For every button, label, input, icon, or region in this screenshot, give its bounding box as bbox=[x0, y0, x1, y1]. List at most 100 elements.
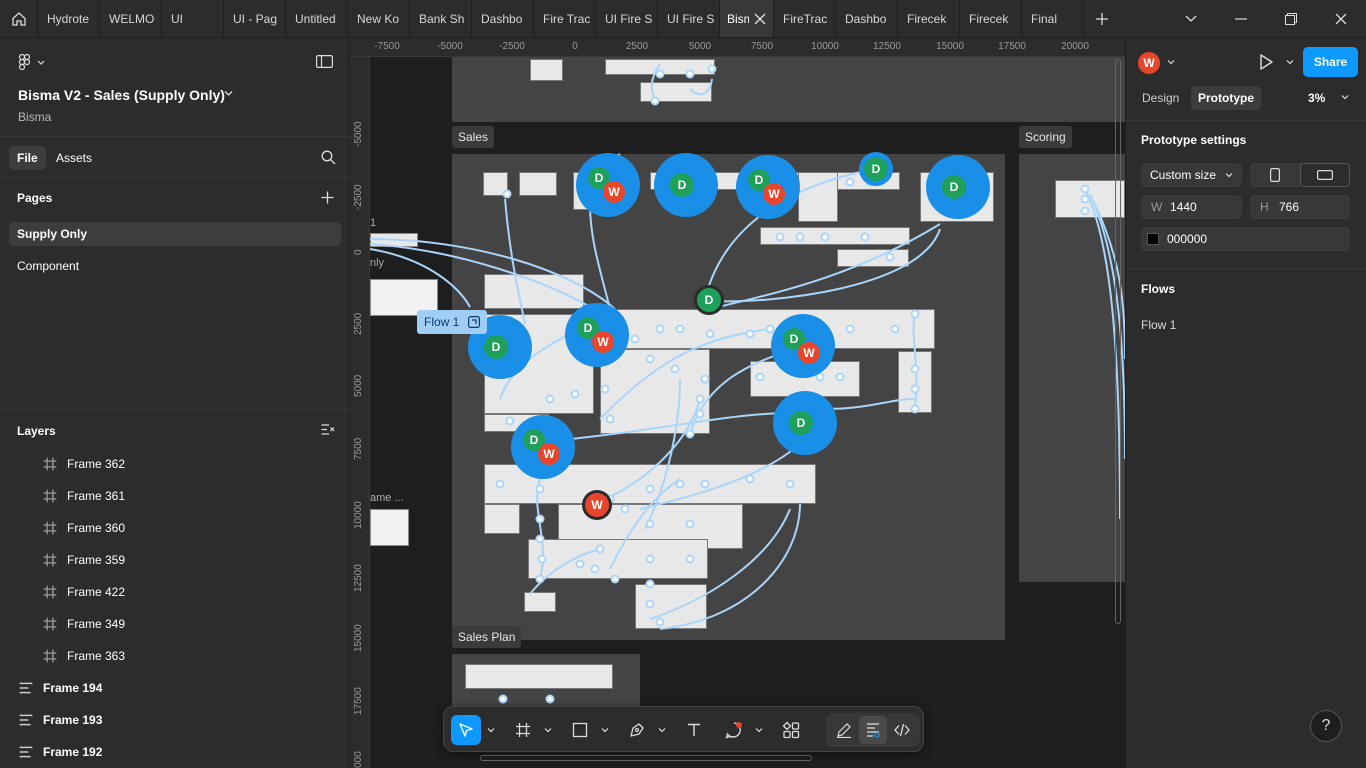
dev-mode-button[interactable] bbox=[888, 716, 916, 744]
collaborator-bubble[interactable]: D bbox=[654, 153, 718, 217]
tab-list-button[interactable] bbox=[1166, 0, 1216, 38]
chevron-down-icon[interactable] bbox=[1341, 94, 1349, 101]
file-tab[interactable]: Untitled bbox=[286, 0, 348, 37]
collaborator-bubble[interactable]: D W bbox=[771, 314, 835, 378]
file-tab[interactable]: UI - Pag bbox=[224, 0, 286, 37]
chevron-down-icon[interactable] bbox=[544, 726, 552, 734]
chevron-down-icon[interactable] bbox=[755, 726, 763, 734]
collapse-layers-button[interactable] bbox=[321, 423, 335, 439]
comment-tool-button[interactable] bbox=[719, 715, 749, 745]
minimize-button[interactable] bbox=[1216, 0, 1266, 38]
shape-tool-button[interactable] bbox=[565, 715, 595, 745]
zoom-level[interactable]: 3% bbox=[1308, 91, 1325, 105]
actions-tool-button[interactable] bbox=[776, 715, 806, 745]
help-button[interactable]: ? bbox=[1310, 710, 1342, 742]
file-tab[interactable]: WELMO bbox=[100, 0, 162, 37]
file-tab[interactable]: Bank Sh bbox=[410, 0, 472, 37]
right-sidebar: W Share Design Prototype 3% Prototype se… bbox=[1125, 39, 1366, 768]
file-title[interactable]: Bisma V2 - Sales (Supply Only) bbox=[18, 87, 225, 103]
chevron-down-icon[interactable] bbox=[601, 726, 609, 734]
file-tab[interactable]: Hydrote bbox=[38, 0, 100, 37]
landscape-button[interactable] bbox=[1300, 163, 1350, 187]
layer-row[interactable]: Frame 349 bbox=[0, 608, 349, 640]
new-tab-button[interactable] bbox=[1084, 0, 1120, 37]
file-tab[interactable]: UI Fire S bbox=[596, 0, 658, 37]
horizontal-scrollbar[interactable] bbox=[480, 755, 812, 761]
tab-label: Fire Trac bbox=[543, 11, 591, 26]
file-tab-active[interactable]: Bism bbox=[720, 0, 774, 37]
pen-tool-button[interactable] bbox=[622, 715, 652, 745]
file-tab[interactable]: New Ko bbox=[348, 0, 410, 37]
portrait-button[interactable] bbox=[1250, 163, 1300, 187]
avatar-w: W bbox=[592, 331, 614, 353]
chevron-down-icon[interactable] bbox=[658, 726, 666, 734]
chevron-down-icon[interactable] bbox=[1286, 59, 1294, 66]
share-button[interactable]: Share bbox=[1303, 47, 1358, 77]
vertical-scrollbar[interactable] bbox=[1115, 59, 1121, 624]
collaborator-bubble[interactable]: W bbox=[582, 490, 612, 520]
draw-mode-button[interactable] bbox=[830, 716, 858, 744]
frame-tool-button[interactable] bbox=[508, 715, 538, 745]
layer-row[interactable]: Frame 422 bbox=[0, 576, 349, 608]
connector bbox=[650, 63, 661, 100]
user-avatar[interactable]: W bbox=[1138, 52, 1160, 74]
home-button[interactable] bbox=[0, 0, 38, 37]
tab-file[interactable]: File bbox=[9, 146, 46, 170]
file-tab[interactable]: UI Fire S bbox=[658, 0, 720, 37]
layer-row[interactable]: Frame 360 bbox=[0, 512, 349, 544]
page-item-component[interactable]: Component bbox=[9, 254, 341, 278]
layer-row[interactable]: Frame 359 bbox=[0, 544, 349, 576]
design-canvas[interactable]: Sales Scoring Sales Plan nly ame ... 1 D… bbox=[350, 39, 1125, 768]
width-field[interactable]: W 1440 bbox=[1141, 195, 1242, 219]
layer-row[interactable]: Frame 362 bbox=[0, 448, 349, 480]
present-button[interactable] bbox=[1258, 53, 1274, 74]
file-tab[interactable]: Firecek bbox=[898, 0, 960, 37]
tab-assets[interactable]: Assets bbox=[48, 146, 100, 170]
flow-item[interactable]: Flow 1 bbox=[1141, 318, 1176, 332]
close-tab-icon[interactable] bbox=[753, 12, 767, 26]
layer-row[interactable]: Frame 192 bbox=[0, 736, 349, 768]
move-tool-button[interactable] bbox=[451, 715, 481, 745]
file-tab[interactable]: Dashbo bbox=[836, 0, 898, 37]
collaborator-bubble[interactable]: D bbox=[926, 155, 990, 219]
close-window-button[interactable] bbox=[1316, 0, 1366, 38]
file-tab[interactable]: Final bbox=[1022, 0, 1084, 37]
collaborator-bubble[interactable]: D W bbox=[511, 415, 575, 479]
avatar-d: D bbox=[697, 288, 721, 312]
chevron-down-icon[interactable] bbox=[1167, 59, 1175, 66]
add-page-button[interactable] bbox=[321, 191, 334, 207]
collaborator-bubble[interactable]: D W bbox=[565, 303, 629, 367]
file-tab[interactable]: Dashbo bbox=[472, 0, 534, 37]
file-tab[interactable]: Fire Trac bbox=[534, 0, 596, 37]
tab-design[interactable]: Design bbox=[1135, 86, 1186, 110]
restore-button[interactable] bbox=[1266, 0, 1316, 38]
file-tab[interactable]: UI bbox=[162, 0, 224, 37]
design-mode-button[interactable] bbox=[859, 716, 887, 744]
cursor-icon bbox=[459, 723, 473, 737]
chevron-down-icon[interactable] bbox=[487, 726, 495, 734]
page-item-supply-only[interactable]: Supply Only bbox=[9, 222, 341, 246]
color-swatch[interactable] bbox=[1147, 233, 1159, 245]
layer-row[interactable]: Frame 363 bbox=[0, 640, 349, 672]
layer-row[interactable]: Frame 193 bbox=[0, 704, 349, 736]
search-button[interactable] bbox=[321, 150, 336, 168]
file-tab[interactable]: Firecek bbox=[960, 0, 1022, 37]
background-color-field[interactable]: 000000 bbox=[1141, 227, 1350, 251]
tab-prototype[interactable]: Prototype bbox=[1191, 86, 1262, 110]
layer-row[interactable]: Frame 361 bbox=[0, 480, 349, 512]
layer-row[interactable]: Frame 194 bbox=[0, 672, 349, 704]
device-select[interactable]: Custom size bbox=[1141, 163, 1242, 187]
file-tab[interactable]: FireTrac bbox=[774, 0, 836, 37]
collaborator-bubble[interactable]: D bbox=[859, 152, 893, 186]
toggle-sidebar-button[interactable] bbox=[316, 55, 334, 71]
text-tool-button[interactable] bbox=[679, 715, 709, 745]
main-menu-button[interactable] bbox=[17, 53, 45, 73]
collaborator-bubble[interactable]: D W bbox=[736, 155, 800, 219]
collaborator-bubble[interactable]: D W bbox=[576, 153, 640, 217]
height-field[interactable]: H 766 bbox=[1250, 195, 1350, 219]
team-name[interactable]: Bisma bbox=[18, 110, 51, 124]
flow-starting-point-chip[interactable]: Flow 1 bbox=[417, 310, 487, 334]
collaborator-bubble[interactable]: D bbox=[694, 285, 724, 315]
chevron-down-icon[interactable] bbox=[224, 90, 233, 97]
collaborator-bubble[interactable]: D bbox=[773, 391, 837, 455]
